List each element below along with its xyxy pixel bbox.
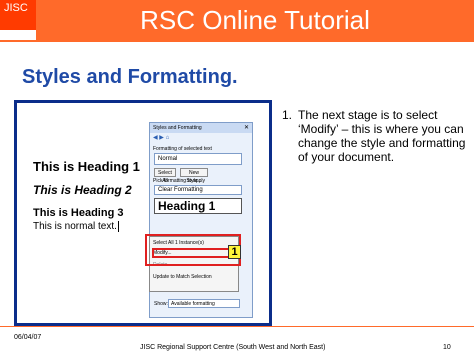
selected-style-value: Normal [158,156,178,162]
menu-callout-outline [145,234,241,266]
page-number: 10 [443,344,451,351]
jisc-logo: JISC [0,0,36,30]
clear-formatting-item[interactable]: Clear Formatting [154,185,242,195]
forward-icon[interactable]: ▶ [159,135,164,141]
new-style-button[interactable]: New Style... [180,168,208,184]
pane-title-text: Styles and Formatting [153,125,202,131]
instruction-number: 1. [282,108,293,122]
selected-style-field[interactable]: Normal [154,153,242,165]
screenshot-frame: This is Heading 1 This is Heading 2 This… [14,100,272,326]
back-icon[interactable]: ◀ [153,135,158,141]
home-icon[interactable]: ⌂ [166,135,170,141]
document-heading-1: This is Heading 1 [33,159,140,174]
page-title: RSC Online Tutorial [140,5,370,35]
document-heading-3: This is Heading 3 [33,207,124,219]
menu-item-update[interactable]: Update to Match Selection [153,274,212,280]
select-all-button[interactable]: Select All [154,168,176,184]
footer-date: 06/04/07 [14,334,42,341]
pane-title: Styles and Formatting ✕ [150,123,252,133]
document-normal-text: This is normal text. [33,221,119,232]
title-bar: RSC Online Tutorial [36,0,474,40]
step-callout: 1 [228,245,241,259]
slide-header: JISC RSC Online Tutorial [0,0,474,40]
pane-nav-icons: ◀ ▶ ⌂ [153,134,169,144]
instruction-text: The next stage is to select ‘Modify’ – t… [298,108,466,164]
heading-1-style-item[interactable]: Heading 1 [154,198,242,214]
normal-text-content: This is normal text. [33,221,117,233]
text-cursor [117,221,119,232]
header-divider [0,40,474,42]
show-dropdown[interactable]: Available formatting [168,299,240,308]
pick-formatting-label: Pick formatting to apply [153,178,205,184]
selected-text-label: Formatting of selected text [153,146,212,152]
show-label: Show: [154,301,168,307]
close-icon[interactable]: ✕ [244,123,249,133]
footer-organization: JISC Regional Support Centre (South West… [140,344,326,351]
footer-divider [0,326,474,327]
document-heading-2: This is Heading 2 [33,183,132,197]
slide-heading: Styles and Formatting. [22,66,238,88]
